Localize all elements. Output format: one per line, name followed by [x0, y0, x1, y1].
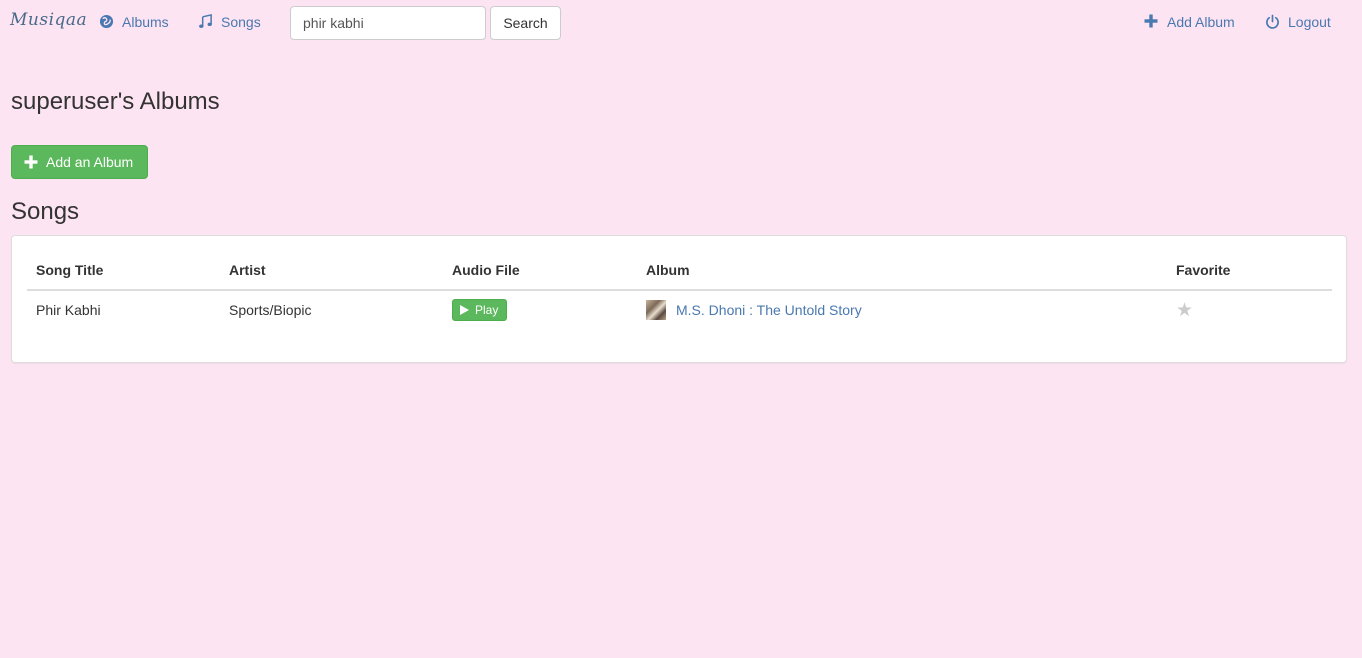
nav-logout-link[interactable]: Logout	[1265, 14, 1331, 30]
music-note-icon	[198, 14, 214, 30]
songs-heading: Songs	[11, 198, 80, 225]
globe-icon	[99, 14, 115, 30]
search-button[interactable]: Search	[490, 6, 561, 40]
album-cell: M.S. Dhoni : The Untold Story	[638, 290, 1168, 329]
header-audio-file: Audio File	[444, 255, 638, 291]
album-link[interactable]: M.S. Dhoni : The Untold Story	[676, 302, 862, 318]
nav-logout-label: Logout	[1288, 14, 1331, 30]
nav-songs-label: Songs	[221, 14, 261, 30]
table-row: Phir Kabhi Sports/Biopic Play M.S. Dhoni…	[27, 290, 1332, 329]
brand-logo[interactable]: Musiqaa	[10, 10, 87, 30]
nav-songs-link[interactable]: Songs	[198, 14, 261, 30]
add-an-album-button[interactable]: Add an Album	[11, 145, 148, 179]
play-button[interactable]: Play	[452, 299, 508, 321]
audio-file-cell: Play	[444, 290, 638, 329]
favorite-cell: ★	[1168, 290, 1332, 329]
songs-table: Song Title Artist Audio File Album Favor…	[27, 255, 1332, 329]
nav-albums-link[interactable]: Albums	[99, 14, 169, 30]
play-icon	[460, 305, 469, 315]
add-an-album-label: Add an Album	[46, 154, 134, 170]
plus-icon	[24, 155, 38, 169]
songs-panel: Song Title Artist Audio File Album Favor…	[11, 235, 1347, 363]
nav-albums-label: Albums	[122, 14, 169, 30]
page-title: superuser's Albums	[11, 88, 220, 115]
navbar: Musiqaa Albums Songs Search Add Album Lo…	[0, 0, 1362, 46]
search-input[interactable]	[290, 6, 486, 40]
album-thumbnail[interactable]	[646, 300, 666, 320]
header-song-title: Song Title	[27, 255, 221, 291]
song-title-cell: Phir Kabhi	[36, 302, 101, 318]
star-icon[interactable]: ★	[1176, 300, 1193, 321]
table-header-row: Song Title Artist Audio File Album Favor…	[27, 255, 1332, 291]
header-favorite: Favorite	[1168, 255, 1332, 291]
header-artist: Artist	[221, 255, 444, 291]
play-label: Play	[475, 303, 499, 317]
nav-add-album-link[interactable]: Add Album	[1144, 14, 1235, 30]
plus-icon	[1144, 14, 1160, 30]
power-icon	[1265, 14, 1281, 30]
artist-cell: Sports/Biopic	[229, 302, 312, 318]
nav-add-album-label: Add Album	[1167, 14, 1235, 30]
header-album: Album	[638, 255, 1168, 291]
